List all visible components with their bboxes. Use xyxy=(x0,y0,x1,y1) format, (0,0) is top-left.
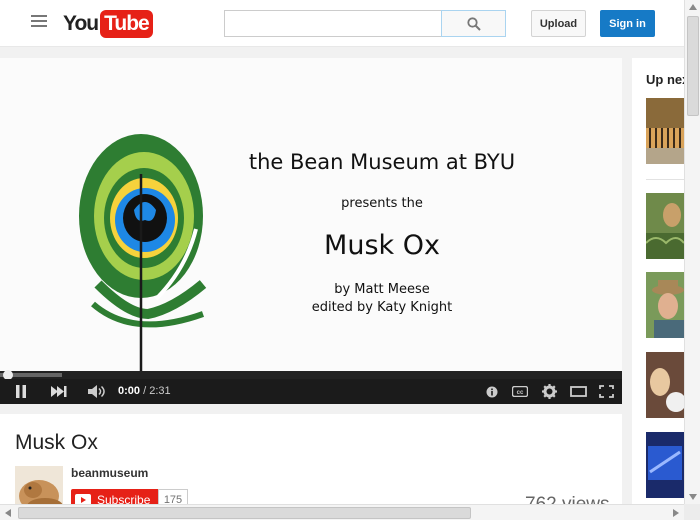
up-next-thumbnail-4[interactable] xyxy=(646,352,684,418)
duration: 2:31 xyxy=(149,385,171,397)
scroll-down-arrow-icon[interactable] xyxy=(689,494,697,500)
time-separator: / xyxy=(140,385,150,397)
fullscreen-button[interactable] xyxy=(595,379,617,404)
menu-icon[interactable] xyxy=(31,15,47,31)
captions-icon: cc xyxy=(512,386,528,397)
next-icon xyxy=(51,386,67,397)
up-next-thumbnail-5[interactable] xyxy=(646,432,684,498)
small-animal-thumbnail-icon xyxy=(646,352,684,418)
search-icon xyxy=(466,16,481,31)
search-button[interactable] xyxy=(441,10,506,37)
vertical-scrollbar[interactable] xyxy=(684,0,700,504)
tiger-thumbnail-icon xyxy=(646,98,684,164)
theater-mode-button[interactable] xyxy=(567,379,589,404)
sign-in-button[interactable]: Sign in xyxy=(600,10,655,37)
slide-line-editor: edited by Katy Knight xyxy=(311,300,453,315)
volume-icon xyxy=(88,385,105,398)
pause-button[interactable] xyxy=(8,379,34,404)
marsh-thumbnail-icon xyxy=(645,193,684,259)
next-button[interactable] xyxy=(46,379,72,404)
up-next-thumbnail-3[interactable] xyxy=(646,272,684,338)
peacock-feather-logo xyxy=(79,134,207,396)
horizontal-scroll-thumb[interactable] xyxy=(18,507,471,519)
horizontal-scrollbar[interactable] xyxy=(0,504,684,520)
video-player[interactable]: the Bean Museum at BYU presents the Musk… xyxy=(0,58,622,404)
svg-text:cc: cc xyxy=(517,390,524,396)
up-next-sidebar: Up next xyxy=(632,58,684,508)
scrollbar-corner xyxy=(684,504,700,520)
sidebar-divider xyxy=(646,179,684,180)
captions-button[interactable]: cc xyxy=(509,379,531,404)
settings-button[interactable] xyxy=(538,379,560,404)
up-next-thumbnail-2[interactable] xyxy=(645,193,684,259)
time-display: 0:00 / 2:31 xyxy=(118,379,171,404)
slide-line-author: by Matt Meese xyxy=(334,282,430,297)
vertical-scroll-thumb[interactable] xyxy=(687,16,699,116)
slide-line-museum: the Bean Museum at BYU xyxy=(248,150,516,174)
logo-tube-text: Tube xyxy=(100,10,153,38)
blue-object-thumbnail-icon xyxy=(646,432,684,498)
masthead: You Tube Upload Sign in xyxy=(0,0,684,47)
info-button[interactable] xyxy=(482,379,502,404)
search-input[interactable] xyxy=(224,10,442,37)
pause-icon xyxy=(16,385,26,398)
scroll-right-arrow-icon[interactable] xyxy=(673,509,679,517)
player-controls: 0:00 / 2:31 cc xyxy=(0,379,622,404)
scroll-left-arrow-icon[interactable] xyxy=(5,509,11,517)
upload-button[interactable]: Upload xyxy=(531,10,586,37)
up-next-thumbnail-1[interactable] xyxy=(646,98,684,164)
youtube-logo[interactable]: You Tube xyxy=(63,10,153,38)
theater-icon xyxy=(569,386,587,397)
man-in-hat-thumbnail-icon xyxy=(646,272,684,338)
settings-icon xyxy=(541,384,557,399)
slide-line-presents: presents the xyxy=(341,196,423,211)
video-title: Musk Ox xyxy=(15,431,98,454)
scroll-up-arrow-icon[interactable] xyxy=(689,4,697,10)
info-icon xyxy=(486,386,498,397)
fullscreen-icon xyxy=(598,385,614,398)
video-frame[interactable]: the Bean Museum at BYU presents the Musk… xyxy=(0,58,622,396)
logo-you-text: You xyxy=(63,12,99,35)
channel-name-link[interactable]: beanmuseum xyxy=(71,466,148,480)
progress-bar[interactable] xyxy=(0,370,622,380)
slide-line-title: Musk Ox xyxy=(324,230,440,261)
up-next-heading: Up next xyxy=(646,72,684,87)
current-time: 0:00 xyxy=(118,385,141,397)
volume-button[interactable] xyxy=(84,379,110,404)
